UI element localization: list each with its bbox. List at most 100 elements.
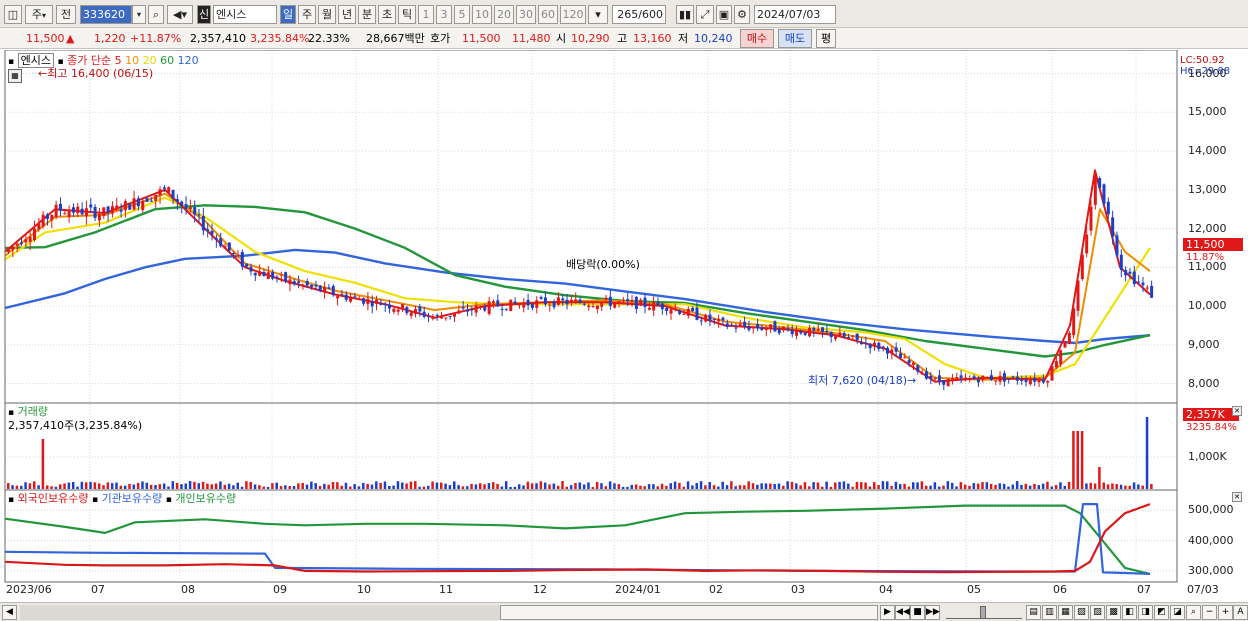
- tab-minute[interactable]: 분: [358, 5, 376, 24]
- volume-bar: [1002, 483, 1006, 489]
- layout-icon-2[interactable]: ▥: [1042, 605, 1057, 620]
- tab-tick[interactable]: 틱: [398, 5, 416, 24]
- stock-name-tag[interactable]: 엔시스: [17, 53, 54, 68]
- tab-day[interactable]: 일: [280, 5, 296, 24]
- interval-20[interactable]: 20: [494, 5, 514, 24]
- code-dropdown-icon[interactable]: ▾: [132, 5, 146, 24]
- window-menu-icon[interactable]: ◫: [4, 5, 22, 24]
- zoom-icon[interactable]: ⌕: [1186, 605, 1201, 620]
- auto-icon[interactable]: A: [1233, 605, 1248, 620]
- interval-dropdown-icon[interactable]: ▾: [588, 5, 608, 24]
- zoom-slider[interactable]: [946, 606, 1022, 619]
- individual-holding-line: [4, 504, 1151, 575]
- volume-bar: [232, 485, 235, 489]
- speaker-icon[interactable]: ◀▾: [167, 5, 193, 24]
- scroll-left-icon[interactable]: ◀: [2, 605, 17, 620]
- scroll-thumb[interactable]: [500, 605, 878, 620]
- layout-icon-6[interactable]: ▩: [1106, 605, 1121, 620]
- chart-scrollbar[interactable]: ◀ ▶ ◀◀ ■ ▶▶ ▤ ▥ ▦ ▧ ▨ ▩ ◧ ◨ ◩ ◪ ⌕ − + A: [0, 602, 1248, 621]
- volume-bar: [821, 486, 824, 489]
- zoom-in-icon[interactable]: +: [1218, 605, 1233, 620]
- volume-bar: [903, 483, 906, 489]
- line-tool-icon[interactable]: ⤢: [696, 5, 714, 24]
- rewind-icon[interactable]: ◀◀: [895, 605, 910, 620]
- candle-body: [206, 229, 210, 231]
- prev-button[interactable]: 전: [56, 5, 76, 24]
- layout-icon-3[interactable]: ▦: [1058, 605, 1073, 620]
- stop-icon[interactable]: ■: [910, 605, 925, 620]
- scroll-track[interactable]: [20, 605, 878, 620]
- candle-body: [678, 310, 682, 314]
- candle-body: [834, 336, 838, 339]
- volume-bar: [175, 482, 179, 489]
- tab-year[interactable]: 년: [338, 5, 356, 24]
- candle-body: [71, 207, 75, 213]
- volume-bar: [414, 481, 417, 489]
- calculator-icon[interactable]: ▦: [8, 69, 22, 83]
- layout-icon-10[interactable]: ◪: [1170, 605, 1185, 620]
- candle-body: [769, 324, 773, 328]
- candle-body: [985, 377, 989, 379]
- candle-body: [167, 187, 171, 193]
- candle-body: [284, 272, 288, 282]
- institution-holding-line: [4, 503, 1151, 575]
- volume-bar: [673, 481, 677, 489]
- volume-bar: [916, 482, 919, 489]
- chart-area[interactable]: ▪ 엔시스 ▪ 종가 단순 5 10 20 60 120 ▦ ←최고 16,40…: [0, 50, 1248, 603]
- volume-bar: [626, 486, 629, 489]
- sell-button[interactable]: 매도: [778, 29, 812, 48]
- candle-body: [89, 204, 93, 208]
- layout-icon-5[interactable]: ▨: [1090, 605, 1105, 620]
- ma10-label: 10: [125, 54, 140, 67]
- date-field[interactable]: 2024/07/03: [754, 5, 836, 24]
- zoom-out-icon[interactable]: −: [1202, 605, 1217, 620]
- candle-body: [84, 208, 88, 217]
- candle-style-icon[interactable]: ▮▮: [676, 5, 694, 24]
- layout-icon-7[interactable]: ◧: [1122, 605, 1137, 620]
- count-field[interactable]: 265/600: [612, 5, 666, 24]
- stock-name-field[interactable]: 엔시스: [213, 5, 277, 24]
- interval-30[interactable]: 30: [516, 5, 536, 24]
- tab-week[interactable]: 주: [298, 5, 316, 24]
- candle-body: [431, 316, 435, 319]
- candle-body: [686, 308, 690, 316]
- chart-canvas[interactable]: [0, 50, 1248, 603]
- candle-body: [496, 300, 500, 307]
- fast-forward-icon[interactable]: ▶▶: [925, 605, 940, 620]
- interval-10[interactable]: 10: [472, 5, 492, 24]
- gear-icon[interactable]: ⚙: [734, 5, 750, 24]
- layout-icon-9[interactable]: ◩: [1154, 605, 1169, 620]
- volume-bar: [210, 484, 214, 489]
- interval-3[interactable]: 3: [436, 5, 452, 24]
- candle-body: [214, 238, 218, 240]
- candle-body: [617, 301, 621, 303]
- interval-60[interactable]: 60: [538, 5, 558, 24]
- interval-1[interactable]: 1: [418, 5, 434, 24]
- layout-icon-4[interactable]: ▧: [1074, 605, 1089, 620]
- candle-body: [1002, 373, 1006, 382]
- interval-5[interactable]: 5: [454, 5, 470, 24]
- save-icon[interactable]: ▣: [716, 5, 732, 24]
- date-tick-label: 07/03: [1187, 583, 1219, 596]
- volume-bar: [266, 486, 270, 489]
- tab-month[interactable]: 월: [318, 5, 336, 24]
- volume-bar: [418, 486, 421, 489]
- zoom-slider-thumb[interactable]: [980, 606, 986, 619]
- volume-bar: [998, 483, 1002, 489]
- layout-icon-8[interactable]: ◨: [1138, 605, 1153, 620]
- close-icon[interactable]: ✕: [1232, 492, 1242, 502]
- search-icon[interactable]: ⌕: [148, 5, 164, 24]
- code-input[interactable]: 333620: [80, 5, 132, 24]
- eval-button[interactable]: 평: [816, 29, 836, 48]
- volume-bar: [465, 486, 469, 489]
- volume-bar: [764, 483, 768, 489]
- buy-button[interactable]: 매수: [740, 29, 774, 48]
- interval-120[interactable]: 120: [560, 5, 586, 24]
- volume-bar: [305, 484, 309, 489]
- scroll-right-icon[interactable]: ▶: [880, 605, 895, 620]
- layout-icon[interactable]: ▤: [1026, 605, 1041, 620]
- tab-second[interactable]: 초: [378, 5, 396, 24]
- market-type-select[interactable]: 주▾: [25, 5, 53, 24]
- candle-body: [847, 337, 851, 339]
- close-icon[interactable]: ✕: [1232, 406, 1242, 416]
